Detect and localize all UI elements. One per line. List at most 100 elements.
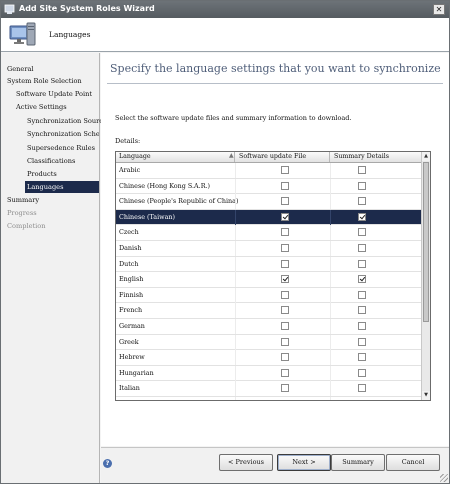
table-row[interactable]: Hebrew [116,350,422,366]
cell-divider [330,163,331,178]
previous-button[interactable]: < Previous [219,454,273,471]
cell-divider [330,241,331,256]
language-name: Japanese [119,400,148,401]
table-row[interactable]: Japanese [116,397,422,401]
summary-details-checkbox[interactable] [358,290,366,299]
table-row[interactable]: Danish [116,241,422,257]
cell-divider [235,303,236,319]
cell-divider [330,272,331,288]
cell-divider [330,365,331,381]
table-row[interactable]: Dutch [116,256,422,273]
table-row[interactable]: Hungarian [116,365,422,382]
summary-details-checkbox[interactable] [358,368,366,377]
cell-divider [235,381,236,397]
nav-item-supersedence-rules[interactable]: Supersedence Rules [27,142,95,154]
cell-divider [330,194,331,210]
table-row[interactable]: Finnish [116,287,422,304]
cell-divider [330,319,331,334]
scroll-up-icon[interactable]: ▲ [422,152,430,161]
table-row[interactable]: French [116,303,422,319]
update-file-checkbox[interactable] [281,259,289,268]
update-file-checkbox[interactable] [281,181,289,190]
main-panel: Specify the language settings that you w… [101,53,449,446]
update-file-checkbox[interactable] [281,197,289,206]
cell-divider [235,256,236,272]
update-file-checkbox[interactable] [281,166,289,174]
nav-item-products[interactable]: Products [27,168,57,180]
summary-details-checkbox[interactable] [358,400,366,401]
server-wizard-icon [9,22,36,46]
nav-item-system-role-selection[interactable]: System Role Selection [7,75,82,87]
summary-details-checkbox[interactable] [358,244,366,252]
update-file-checkbox[interactable] [281,400,289,401]
summary-details-checkbox[interactable] [358,306,366,315]
column-header-language-label: Language [119,153,151,160]
update-file-checkbox[interactable] [281,244,289,252]
nav-item-synchronization-source[interactable]: Synchronization Source [27,115,107,127]
table-row[interactable]: Chinese (People's Republic of China) [116,194,422,210]
scroll-thumb[interactable] [423,162,429,322]
table-row[interactable]: Czech [116,225,422,241]
table-row[interactable]: German [116,319,422,335]
next-button[interactable]: Next > [277,454,331,471]
summary-details-checkbox[interactable] [358,212,366,221]
language-name: German [119,322,145,330]
table-row[interactable]: Arabic [116,163,422,179]
scroll-down-icon[interactable]: ▼ [422,391,430,400]
table-row[interactable]: Greek [116,334,422,351]
vertical-scrollbar[interactable]: ▲ ▼ [421,152,430,400]
summary-details-checkbox[interactable] [358,259,366,268]
summary-details-checkbox[interactable] [358,322,366,330]
summary-details-checkbox[interactable] [358,197,366,206]
cell-divider [330,256,331,272]
update-file-checkbox[interactable] [281,275,289,284]
update-file-checkbox[interactable] [281,368,289,377]
summary-details-checkbox[interactable] [358,228,366,237]
column-header-language[interactable]: Language [116,152,235,162]
summary-button[interactable]: Summary [331,454,385,471]
nav-item-summary[interactable]: Summary [7,194,39,206]
nav-item-classifications[interactable]: Classifications [27,155,75,167]
nav-item-languages[interactable]: Languages [25,181,99,193]
summary-details-checkbox[interactable] [358,166,366,174]
sort-ascending-icon: ▲ [229,152,234,159]
column-header-update-file[interactable]: Software update File [236,152,330,162]
column-header-summary-label: Summary Details [334,153,389,160]
summary-details-checkbox[interactable] [358,384,366,393]
column-header-update-file-label: Software update File [239,153,307,160]
table-row[interactable]: Chinese (Hong Kong S.A.R.) [116,178,422,195]
languages-grid[interactable]: Language ▲ Software update File Summary … [115,151,431,401]
column-header-summary[interactable]: Summary Details [331,152,422,162]
grid-header: Language ▲ Software update File Summary … [116,152,422,163]
nav-item-synchronization-schedule[interactable]: Synchronization Schedule [27,128,99,140]
update-file-checkbox[interactable] [281,306,289,315]
cell-divider [235,365,236,381]
summary-details-checkbox[interactable] [358,181,366,190]
update-file-checkbox[interactable] [281,228,289,237]
table-row[interactable]: English [116,272,422,288]
table-row[interactable]: Italian [116,381,422,397]
update-file-checkbox[interactable] [281,212,289,221]
language-name: Hungarian [119,368,154,377]
update-file-checkbox[interactable] [281,290,289,299]
nav-item-general[interactable]: General [7,63,34,75]
nav-item-software-update-point[interactable]: Software Update Point [16,88,92,100]
title-bar[interactable]: Add Site System Roles Wizard ✕ [1,1,449,18]
table-row[interactable]: Chinese (Taiwan) [116,209,422,226]
update-file-checkbox[interactable] [281,337,289,346]
update-file-checkbox[interactable] [281,353,289,362]
update-file-checkbox[interactable] [281,384,289,393]
cancel-button[interactable]: Cancel [386,454,440,471]
summary-details-checkbox[interactable] [358,353,366,362]
nav-item-active-settings[interactable]: Active Settings [16,101,67,113]
help-icon[interactable]: ? [103,459,112,468]
cell-divider [235,397,236,400]
resize-grip[interactable] [440,474,448,482]
language-name: Czech [119,228,139,237]
summary-details-checkbox[interactable] [358,275,366,284]
update-file-checkbox[interactable] [281,322,289,330]
close-button[interactable]: ✕ [433,4,445,15]
summary-details-checkbox[interactable] [358,337,366,346]
wizard-window: Add Site System Roles Wizard ✕ Languages… [0,0,450,484]
page-title: Specify the language settings that you w… [110,62,441,75]
